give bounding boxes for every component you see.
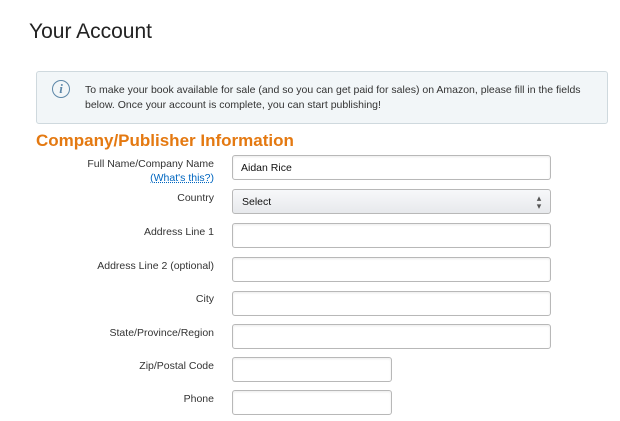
country-select-value: Select [242, 196, 272, 208]
address-line-1-label: Address Line 1 [143, 226, 214, 238]
info-message-box: i To make your book available for sale (… [36, 71, 608, 124]
page-title: Your Account [29, 20, 152, 43]
account-page: Your Account i To make your book availab… [0, 0, 620, 421]
zip-input[interactable] [232, 357, 392, 382]
select-updown-arrows-icon: ▴ ▾ [536, 193, 542, 211]
zip-label: Zip/Postal Code [139, 360, 214, 372]
phone-label: Phone [183, 393, 214, 405]
info-icon: i [52, 80, 70, 98]
address-line-2-label: Address Line 2 (optional) [97, 260, 214, 272]
full-name-input[interactable] [232, 155, 551, 180]
whats-this-link[interactable]: (What's this?) [150, 171, 214, 185]
address-line-1-input[interactable] [232, 223, 551, 248]
city-label: City [195, 293, 214, 305]
full-name-label: Full Name/Company Name [87, 158, 214, 170]
city-input[interactable] [232, 291, 551, 316]
phone-input[interactable] [232, 390, 392, 415]
country-select[interactable]: Select ▴ ▾ [232, 189, 551, 214]
state-input[interactable] [232, 324, 551, 349]
country-label: Country [177, 192, 214, 204]
section-title: Company/Publisher Information [36, 131, 294, 150]
info-message-text: To make your book available for sale (an… [85, 84, 581, 111]
state-label: State/Province/Region [109, 327, 214, 339]
address-line-2-input[interactable] [232, 257, 551, 282]
